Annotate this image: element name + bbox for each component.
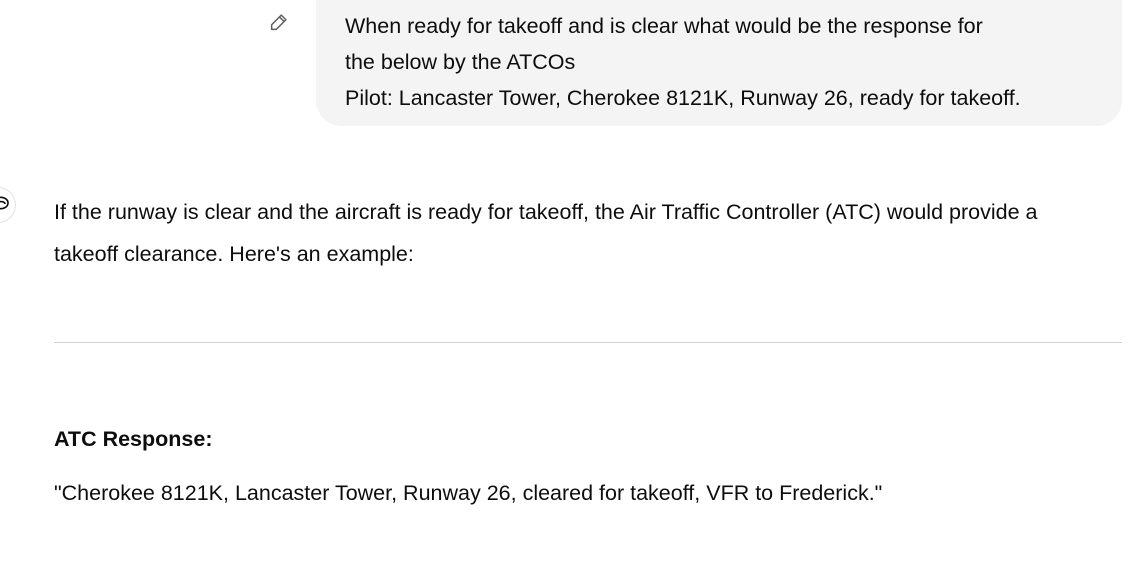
atc-response-heading: ATC Response: [54,427,213,451]
assistant-logo-icon [0,194,11,217]
user-message-line: When ready for takeoff and is clear what… [345,14,983,38]
assistant-avatar [0,187,16,223]
user-message-bubble: When ready for takeoff and is clear what… [316,0,1122,126]
chat-conversation: When ready for takeoff and is clear what… [0,0,1132,584]
pencil-icon [268,11,290,38]
edit-message-button[interactable] [267,12,291,36]
divider [54,342,1122,343]
user-message-line: Pilot: Lancaster Tower, Cherokee 8121K, … [345,86,1021,110]
assistant-intro-text: If the runway is clear and the aircraft … [54,200,1038,266]
user-message-line: the below by the ATCOs [345,50,576,74]
atc-response-text: "Cherokee 8121K, Lancaster Tower, Runway… [54,481,883,505]
